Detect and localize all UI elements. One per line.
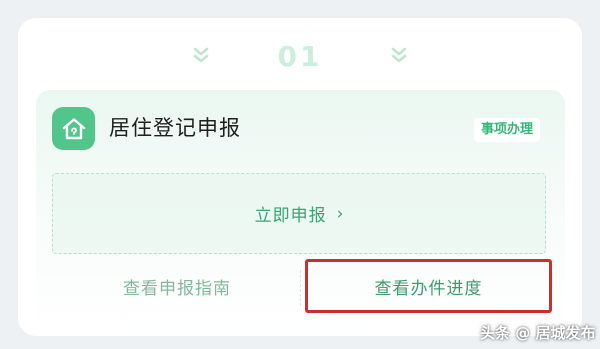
apply-now-button[interactable]: 立即申报 › [52, 173, 546, 254]
view-guide-link[interactable]: 查看申报指南 [52, 266, 302, 306]
step-number: 01 [277, 39, 323, 73]
double-chevron-down-icon [392, 47, 407, 63]
link-divider [300, 270, 301, 306]
view-progress-link[interactable]: 查看办件进度 [305, 259, 552, 313]
service-tag-badge: 事项办理 [474, 118, 541, 142]
step-header: 01 [0, 36, 600, 76]
watermark-text: 头条 @ 居城发布 [480, 324, 596, 342]
house-icon [52, 107, 95, 150]
double-chevron-down-icon [193, 47, 208, 63]
chevron-right-icon: › [336, 203, 344, 224]
service-title: 居住登记申报 [109, 116, 241, 140]
apply-now-label: 立即申报 [254, 206, 327, 226]
